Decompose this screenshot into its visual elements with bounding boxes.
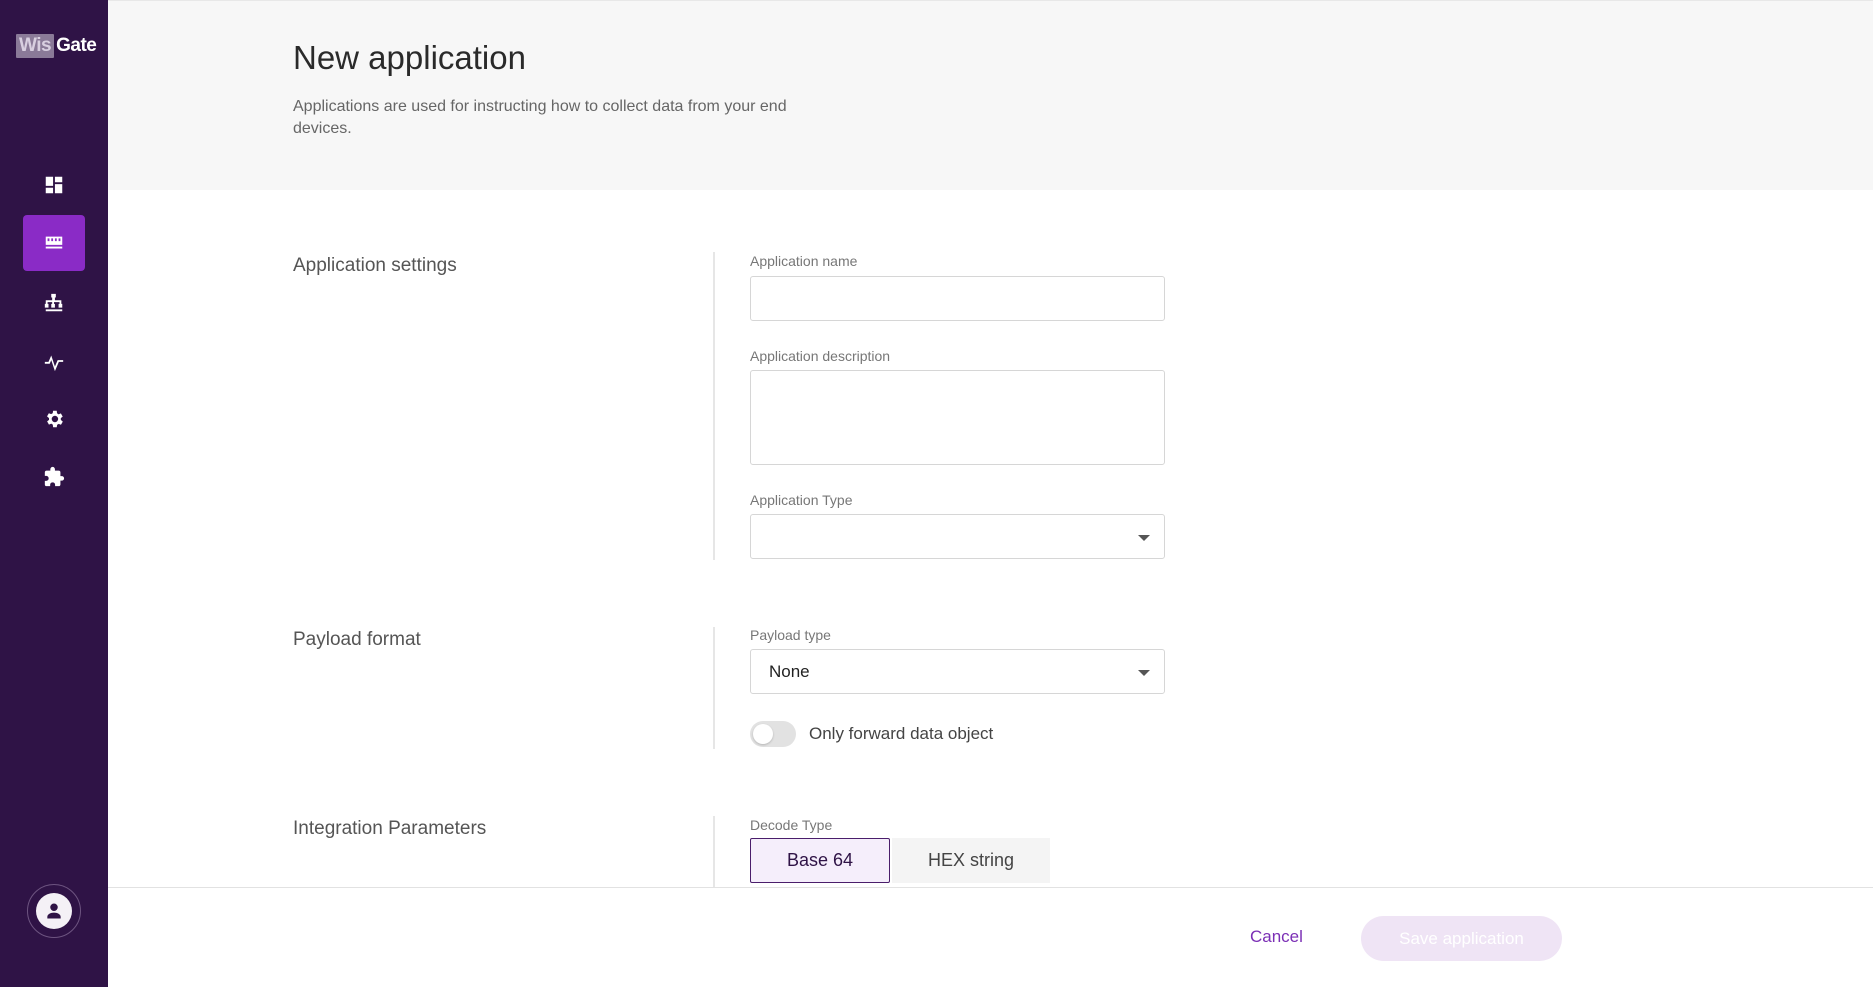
wisgate-logo[interactable]: Wis Gate: [16, 34, 97, 58]
sidebar-item-settings[interactable]: [23, 391, 85, 447]
sidebar-item-dashboard[interactable]: [23, 157, 85, 213]
logo-part-wis: Wis: [16, 34, 55, 58]
payload-type-label: Payload type: [750, 627, 831, 643]
decode-type-label: Decode Type: [750, 817, 833, 833]
form-footer: [108, 887, 1873, 987]
payload-type-select[interactable]: None: [750, 649, 1165, 694]
application-name-label: Application name: [750, 253, 858, 269]
section-divider: [713, 627, 715, 749]
cancel-button[interactable]: Cancel: [1250, 927, 1303, 947]
section-title-application-settings: Application settings: [293, 255, 457, 276]
application-description-label: Application description: [750, 348, 891, 364]
decode-type-base64-button[interactable]: Base 64: [750, 838, 890, 883]
avatar: [36, 893, 72, 929]
application-name-input[interactable]: [750, 276, 1165, 321]
section-divider: [713, 816, 715, 887]
network-icon: [44, 293, 63, 312]
payload-type-value: None: [769, 661, 810, 681]
section-divider: [713, 252, 715, 560]
sidebar-item-network[interactable]: [23, 275, 85, 331]
application-type-select[interactable]: [750, 514, 1165, 559]
application-description-textarea[interactable]: [750, 370, 1165, 465]
decode-type-hex-button[interactable]: HEX string: [892, 838, 1050, 883]
sidebar: Wis Gate: [0, 0, 108, 987]
sidebar-item-applications[interactable]: [23, 215, 85, 271]
applications-icon: [45, 236, 63, 249]
application-type-label: Application Type: [750, 492, 853, 508]
user-avatar-button[interactable]: [27, 884, 81, 938]
sidebar-item-activity[interactable]: [23, 333, 85, 389]
chevron-down-icon: [1138, 670, 1150, 676]
save-application-button[interactable]: Save application: [1361, 916, 1562, 961]
section-title-payload-format: Payload format: [293, 629, 421, 650]
user-icon: [47, 903, 61, 919]
page-header: New application Applications are used fo…: [108, 0, 1873, 190]
activity-icon: [44, 355, 64, 372]
forward-data-object-toggle[interactable]: [750, 721, 796, 747]
puzzle-icon: [44, 466, 65, 487]
chevron-down-icon: [1138, 535, 1150, 541]
page-description: Applications are used for instructing ho…: [293, 98, 787, 137]
page-title: New application: [293, 39, 526, 76]
dashboard-icon: [45, 176, 63, 194]
toggle-knob: [753, 724, 773, 744]
gear-icon: [47, 410, 63, 428]
section-title-integration-parameters: Integration Parameters: [293, 818, 487, 839]
forward-data-object-label: Only forward data object: [809, 724, 994, 743]
sidebar-item-integrations[interactable]: [23, 449, 85, 505]
logo-part-gate: Gate: [56, 35, 97, 56]
